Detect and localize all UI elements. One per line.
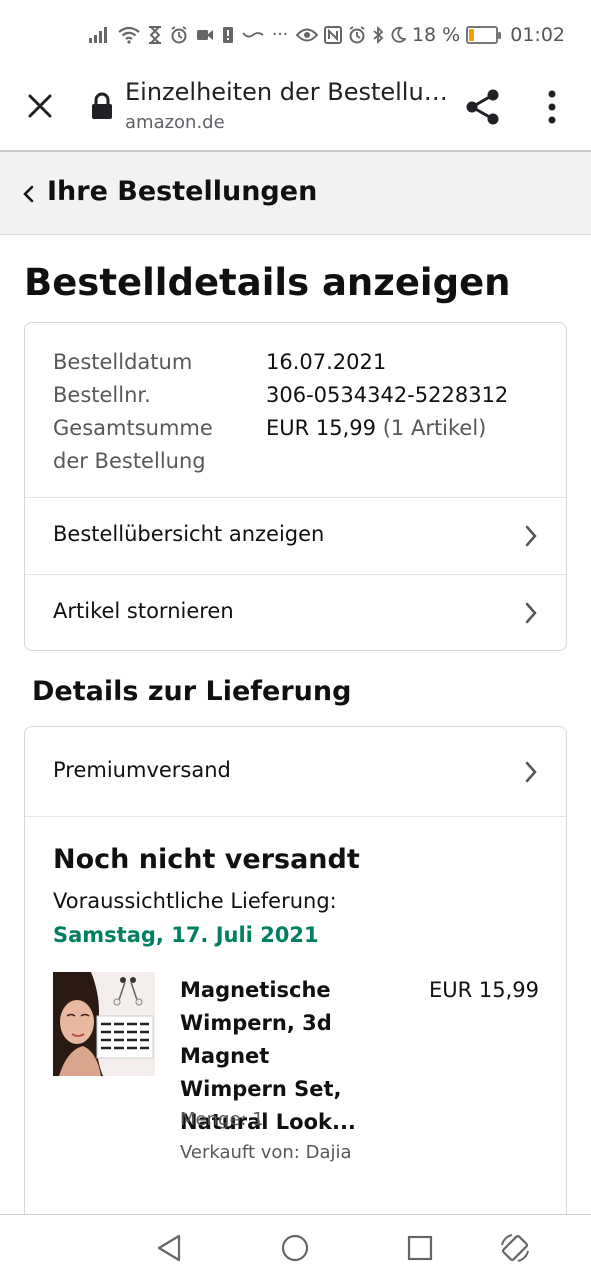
product-image[interactable] [53,972,155,1076]
delivery-section-title: Details zur Lieferung [32,676,352,707]
chevron-right-icon [525,761,537,783]
shipping-method-label: Premiumversand [53,758,231,782]
wifi-icon [118,26,140,44]
share-icon[interactable] [462,86,504,128]
cancel-items-label: Artikel stornieren [53,599,234,623]
chevron-right-icon [525,525,537,547]
home-circle-icon[interactable] [278,1231,312,1265]
order-item-count: (1 Artikel) [382,416,487,440]
rotate-icon[interactable] [498,1231,532,1265]
sim-alert-icon [223,27,233,43]
view-order-summary-link[interactable]: Bestellübersicht anzeigen [25,498,566,574]
status-bar: ··· 18 % 01:02 [0,0,591,72]
chevron-right-icon [525,602,537,624]
nfc-icon [323,26,342,44]
hourglass-icon [149,26,161,44]
back-triangle-icon[interactable] [152,1231,186,1265]
close-icon[interactable] [22,88,58,124]
lock-icon[interactable] [90,92,114,120]
status-icons-left: ··· [88,24,288,46]
video-icon [197,30,213,40]
view-order-summary-label: Bestellübersicht anzeigen [53,522,325,546]
browser-toolbar: Einzelheiten der Bestellu… amazon.de [0,72,591,152]
squiggle-icon [242,32,264,38]
order-number-label: Bestellnr. [53,383,151,407]
estimated-delivery-label: Voraussichtliche Lieferung: [53,889,337,913]
battery-percent: 18 % [411,24,461,46]
page-domain[interactable]: amazon.de [125,112,225,133]
estimated-delivery-date: Samstag, 17. Juli 2021 [53,923,319,947]
order-date-value: 16.07.2021 [266,350,387,374]
eye-icon [295,28,318,42]
system-navigation-bar [0,1214,591,1280]
order-date-label: Bestelldatum [53,350,193,374]
product-quantity: Menge: 1 [180,1109,264,1130]
signal-icon [89,27,107,43]
chevron-left-icon [23,185,34,203]
product-title-line: Wimpern, 3d Magnet [180,1011,332,1068]
order-total-label-line2: der Bestellung [53,449,206,473]
back-to-orders-label: Ihre Bestellungen [47,176,318,207]
overflow-dots: ··· [272,25,289,45]
page-title-url[interactable]: Einzelheiten der Bestellu… [125,78,448,106]
order-total-label-line1: Gesamtsumme [53,416,213,440]
product-title-line: Magnetische [180,978,331,1002]
bluetooth-icon [373,26,384,44]
shipping-method-link[interactable]: Premiumversand [25,727,566,817]
cancel-items-link[interactable]: Artikel stornieren [25,575,566,650]
shipment-status: Noch nicht versandt [53,844,360,875]
order-number-value: 306-0534342-5228312 [266,383,509,407]
back-to-orders-link[interactable]: Ihre Bestellungen [0,152,591,235]
product-seller: Verkauft von: Dajia [180,1142,352,1163]
battery-icon [466,26,502,44]
order-info: Bestelldatum 16.07.2021 Bestellnr. 306-0… [25,323,566,498]
alarm-icon [171,26,187,44]
clock: 01:02 [510,24,565,46]
alarm-icon [349,26,365,44]
recents-square-icon[interactable] [403,1231,437,1265]
product-price: EUR 15,99 [428,978,539,1002]
product-title-line: Wimpern Set, [180,1077,342,1101]
order-total-value: EUR 15,99 [266,416,377,440]
more-vert-icon[interactable] [542,88,562,126]
delivery-card: Premiumversand Noch nicht versandt Vorau… [24,726,567,1280]
order-summary-card: Bestelldatum 16.07.2021 Bestellnr. 306-0… [24,322,567,651]
order-total: EUR 15,99 (1 Artikel) [266,412,486,445]
moon-icon [391,26,406,43]
battery-level [469,29,475,41]
status-icons-right: 18 % 01:02 [295,24,565,46]
page-title: Bestelldetails anzeigen [24,261,511,304]
